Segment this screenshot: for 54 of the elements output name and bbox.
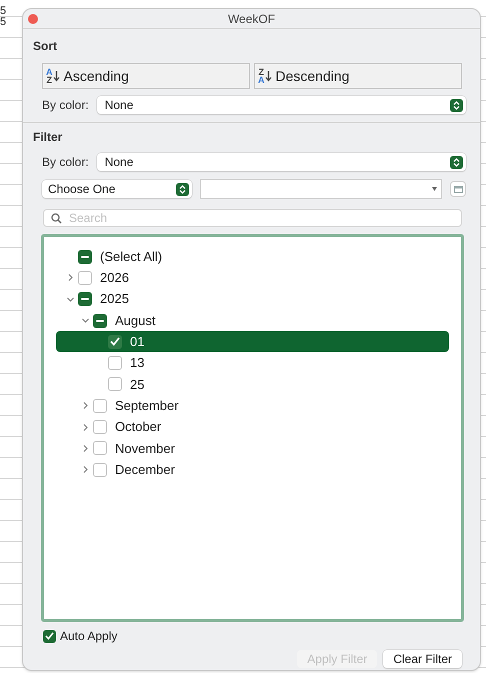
search-field[interactable]: Search (43, 209, 462, 227)
tree-row[interactable]: November (56, 438, 449, 459)
clear-filter-button[interactable]: Clear Filter (383, 650, 462, 668)
tree-row[interactable]: 2026 (56, 267, 449, 289)
chevron-icon[interactable] (82, 402, 88, 410)
mixed-checkbox[interactable] (78, 250, 92, 264)
value-combo-field[interactable] (200, 179, 442, 199)
checkbox[interactable] (108, 334, 122, 349)
sort-descending-button[interactable]: Z A Descending (254, 63, 462, 89)
checkbox[interactable] (78, 270, 92, 285)
calendar-icon (454, 186, 462, 192)
sheet-cell: 5 (0, 17, 6, 28)
tree-row[interactable]: October (56, 416, 449, 438)
color-dropdown[interactable]: None (96, 96, 466, 114)
checkbox[interactable] (93, 398, 107, 413)
color-dropdown[interactable]: None (96, 153, 466, 171)
tree-row[interactable]: September (56, 395, 449, 416)
stepper-icon (176, 182, 189, 196)
sheet-cell: 5 (0, 6, 6, 17)
dropdown-arrow-icon (432, 187, 437, 191)
window-title: WeekOF (228, 10, 276, 28)
tree-row[interactable]: (Select All) (56, 246, 449, 268)
tree-row[interactable]: 2025 (56, 288, 449, 310)
close-button[interactable] (28, 14, 38, 24)
calendar-button[interactable] (450, 181, 466, 197)
chevron-icon[interactable] (82, 424, 88, 431)
section-heading: Filter (33, 129, 64, 146)
stepper-icon (450, 98, 463, 112)
by-color-label: By color: (42, 97, 89, 114)
tree-row[interactable]: 25 (56, 374, 449, 396)
checkbox[interactable] (108, 377, 122, 392)
tree-row[interactable]: 01 (56, 331, 449, 352)
checkbox[interactable] (108, 356, 122, 370)
checkbox[interactable] (93, 420, 107, 434)
mixed-checkbox[interactable] (93, 314, 107, 328)
checkbox[interactable] (93, 441, 107, 456)
chevron-icon[interactable] (66, 296, 74, 303)
chevron-icon[interactable] (66, 274, 74, 282)
tree-row[interactable]: August (56, 310, 449, 332)
tree-row[interactable]: 13 (56, 352, 449, 374)
by-color-label: By color: (42, 154, 89, 171)
chevron-icon[interactable] (82, 317, 88, 324)
tree-row[interactable]: December (56, 458, 449, 480)
auto-apply-checkbox[interactable] (43, 630, 56, 642)
sort-ascending-button[interactable]: A Z Ascending (42, 63, 250, 89)
search-icon (51, 213, 62, 224)
condition-dropdown[interactable]: Choose One (42, 180, 192, 198)
checkbox[interactable] (93, 462, 107, 477)
auto-apply-label: Auto Apply (60, 628, 118, 645)
chevron-icon[interactable] (82, 444, 88, 452)
mixed-checkbox[interactable] (78, 292, 92, 306)
stepper-icon (450, 156, 463, 168)
chevron-icon[interactable] (82, 466, 88, 474)
section-heading: Sort (33, 38, 58, 55)
